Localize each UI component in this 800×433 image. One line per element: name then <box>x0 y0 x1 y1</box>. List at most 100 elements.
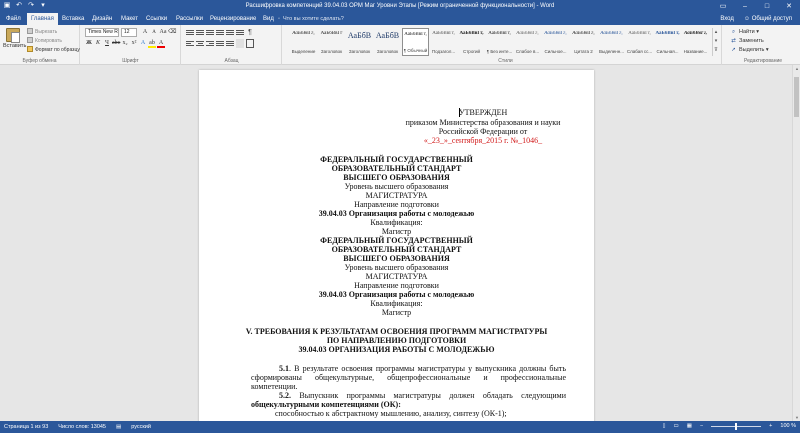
document-page[interactable]: УТВЕРЖДЕН приказом Министерства образова… <box>199 70 594 421</box>
superscript-icon[interactable]: x² <box>130 39 138 48</box>
style-quote-2[interactable]: АаБбВвГг, Цитата 2 <box>570 28 597 56</box>
sign-in-link[interactable]: Вход <box>720 13 734 25</box>
print-layout-icon[interactable]: ▭ <box>674 423 679 429</box>
align-center-icon[interactable] <box>196 39 204 48</box>
style-intense-reference[interactable]: АаБбВвГг, Сильная... <box>654 28 681 56</box>
tab-mailings[interactable]: Рассылки <box>172 13 207 25</box>
grow-font-icon[interactable]: A <box>141 28 149 37</box>
italic-icon[interactable]: К <box>94 39 102 48</box>
numbering-icon[interactable] <box>196 28 204 37</box>
style-emphasis[interactable]: АаБбВвГг, Выделение <box>290 28 317 56</box>
language[interactable]: русский <box>131 424 151 430</box>
subscript-icon[interactable]: x₂ <box>121 39 129 48</box>
font-size-box[interactable]: 12 <box>121 28 137 37</box>
vertical-scrollbar[interactable]: ▲ ▼ <box>792 65 800 421</box>
style-subtitle[interactable]: АаБбВвГг, Подзагол... <box>430 28 457 56</box>
cut-button[interactable]: Вырезать <box>27 28 80 37</box>
bullets-icon[interactable] <box>186 28 194 37</box>
scroll-down-icon[interactable]: ▼ <box>793 415 800 420</box>
tell-me-box[interactable]: ◦ Что вы хотите сделать? <box>278 14 344 24</box>
replace-icon: ⇄ <box>731 38 736 44</box>
styles-scroll[interactable]: ▴ ▾ ⊽ <box>712 28 719 56</box>
zoom-slider[interactable] <box>711 422 762 430</box>
close-icon[interactable]: ✕ <box>778 0 800 13</box>
style-book-title[interactable]: АаБбВвГг, Название... <box>682 28 709 56</box>
multilevel-list-icon[interactable] <box>206 28 214 37</box>
style-normal[interactable]: АаБбВвГг, ¶ Обычный <box>402 28 429 56</box>
increase-indent-icon[interactable] <box>226 28 234 37</box>
tab-layout[interactable]: Макет <box>117 13 142 25</box>
window-title: Расшифровка компетенций 39.04.03 OPM Маг… <box>245 3 555 9</box>
chevron-up-icon[interactable]: ▴ <box>713 28 719 37</box>
page-count[interactable]: Страница 1 из 93 <box>4 424 48 430</box>
para-5-2-line-3: способностью к абстрактному мышлению, ан… <box>275 409 507 418</box>
para-5-2-line-2: общекультурными компетенциями (ОК): <box>251 400 401 409</box>
underline-icon[interactable]: Ч <box>103 39 111 48</box>
copy-button[interactable]: Копировать <box>27 37 80 46</box>
font-name-box[interactable]: Times New R <box>85 28 119 37</box>
align-left-icon[interactable] <box>186 39 194 48</box>
proofing-icon[interactable]: ▤ <box>116 424 121 430</box>
chevron-down-icon[interactable]: ▾ <box>713 37 719 46</box>
font-color-icon[interactable]: A <box>157 39 165 48</box>
read-mode-icon[interactable]: ▯ <box>663 423 666 429</box>
style-subtle-reference[interactable]: АаБбВвГг, Слабая сс... <box>626 28 653 56</box>
paste-icon <box>6 28 20 43</box>
align-right-icon[interactable] <box>206 39 214 48</box>
zoom-out-icon[interactable]: − <box>700 423 703 429</box>
paste-button[interactable]: Вставить <box>3 27 26 55</box>
scroll-thumb[interactable] <box>794 77 799 117</box>
decrease-indent-icon[interactable] <box>216 28 224 37</box>
zoom-in-icon[interactable]: + <box>769 423 772 429</box>
borders-icon[interactable] <box>246 39 254 48</box>
style-heading-3[interactable]: АаБбВ Заголовок <box>374 28 401 56</box>
style-intense-emphasis[interactable]: АаБбВвГг, Сильное... <box>542 28 569 56</box>
maximize-icon[interactable]: □ <box>756 0 778 13</box>
highlight-icon[interactable]: ab <box>148 39 156 48</box>
more-styles-icon[interactable]: ⊽ <box>713 46 719 55</box>
style-subtle-emphasis[interactable]: АаБбВвГг, Слабое в... <box>514 28 541 56</box>
person-icon: ☺ <box>743 16 752 22</box>
zoom-level[interactable]: 100 % <box>780 423 796 429</box>
tab-references[interactable]: Ссылки <box>142 13 171 25</box>
shading-icon[interactable] <box>236 39 244 48</box>
style-strong[interactable]: АаБбВвГг, Строгий <box>458 28 485 56</box>
strikethrough-icon[interactable]: abc <box>112 39 120 48</box>
replace-button[interactable]: ⇄ Заменить <box>730 37 769 46</box>
show-marks-icon[interactable]: ¶ <box>246 28 254 37</box>
para-5-1-line-1: 5.1. В результате освоения программы маг… <box>279 364 566 373</box>
tab-view[interactable]: Вид <box>259 13 278 25</box>
sort-icon[interactable] <box>236 28 244 37</box>
ribbon-display-options-icon[interactable]: ▭ <box>712 0 734 13</box>
block1-line: ОБРАЗОВАТЕЛЬНЫЙ СТАНДАРТ <box>331 164 462 173</box>
text-effects-icon[interactable]: A <box>139 39 147 48</box>
style-intense-quote[interactable]: АаБбВвГг, Выделенн... <box>598 28 625 56</box>
justify-icon[interactable] <box>216 39 224 48</box>
tab-insert[interactable]: Вставка <box>58 13 88 25</box>
clear-formatting-icon[interactable]: ⌫ <box>168 28 176 37</box>
style-no-spacing[interactable]: АаБбВвГг, ¶ Без инте... <box>486 28 513 56</box>
web-layout-icon[interactable]: ▦ <box>687 423 692 429</box>
section-heading: ПО НАПРАВЛЕНИЮ ПОДГОТОВКИ <box>326 336 467 345</box>
select-button[interactable]: ➚ Выделить ▾ <box>730 46 768 55</box>
style-heading-2[interactable]: АаБбВ Заголовок <box>346 28 373 56</box>
scroll-up-icon[interactable]: ▲ <box>793 66 800 71</box>
word-count[interactable]: Число слов: 13045 <box>58 424 106 430</box>
format-painter-button[interactable]: Формат по образцу <box>27 46 80 55</box>
shrink-font-icon[interactable]: A <box>150 28 158 37</box>
tab-design[interactable]: Дизайн <box>88 13 116 25</box>
share-button[interactable]: ☺ Общий доступ <box>744 13 792 25</box>
style-heading[interactable]: АаБбВвГг Заголовок <box>318 28 345 56</box>
bold-icon[interactable]: Ж <box>85 39 93 48</box>
tab-file[interactable]: Файл <box>2 13 25 25</box>
tab-home[interactable]: Главная <box>27 13 58 25</box>
line-spacing-icon[interactable] <box>226 39 234 48</box>
status-bar: Страница 1 из 93 Число слов: 13045 ▤ рус… <box>0 421 800 433</box>
block1-line: МАГИСТРАТУРА <box>365 191 428 200</box>
find-button[interactable]: ⌕ Найти ▾ <box>730 28 769 37</box>
minimize-icon[interactable]: – <box>734 0 756 13</box>
change-case-icon[interactable]: Aa <box>159 28 167 37</box>
tab-review[interactable]: Рецензирование <box>206 13 260 25</box>
editing-group: ⌕ Найти ▾ ⇄ Заменить ➚ Выделить ▾ Редактиро… <box>726 25 800 65</box>
tell-me-placeholder: Что вы хотите сделать? <box>282 16 344 22</box>
